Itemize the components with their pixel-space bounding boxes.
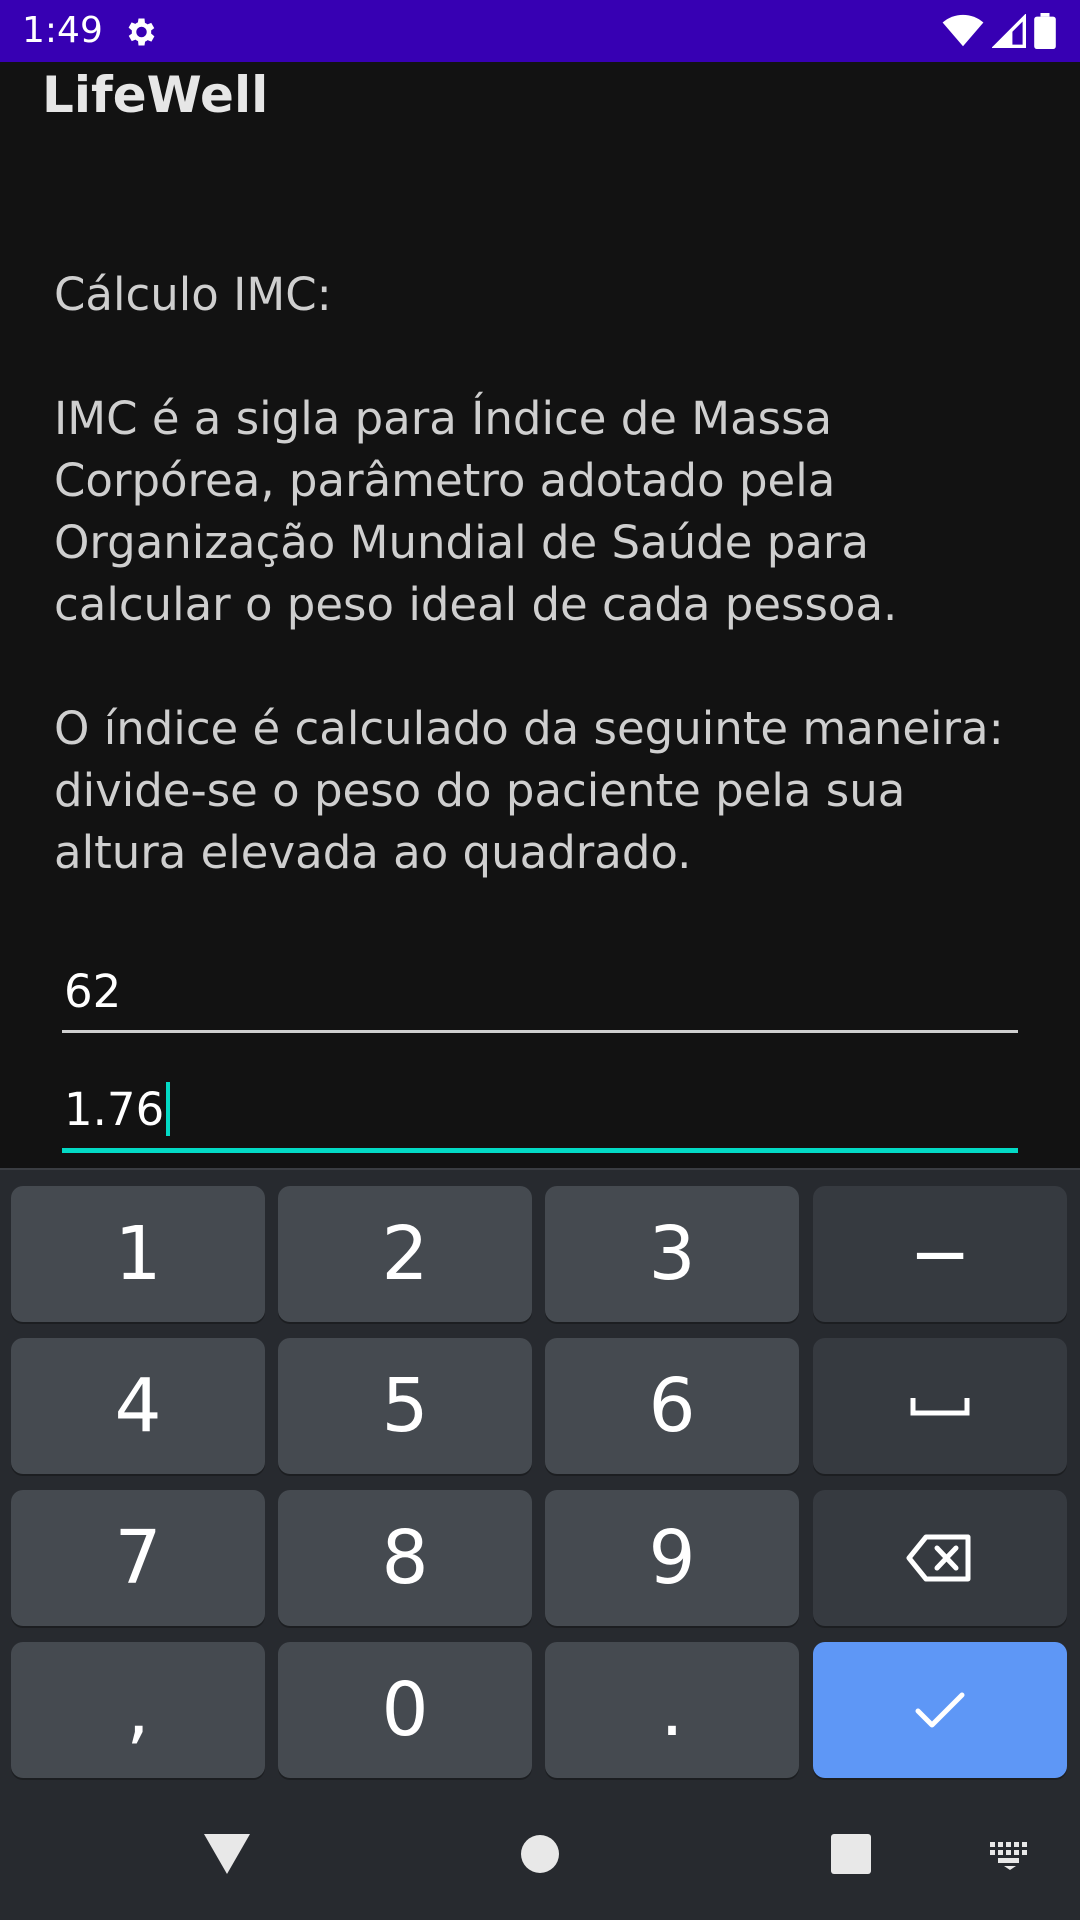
space-icon bbox=[910, 1398, 970, 1416]
key-5[interactable]: 5 bbox=[278, 1338, 532, 1474]
key-4[interactable]: 4 bbox=[11, 1338, 265, 1474]
status-icons bbox=[942, 12, 1056, 50]
height-input[interactable]: 1.76 bbox=[62, 1076, 1018, 1153]
status-bar: 1:49 bbox=[0, 0, 1080, 62]
wifi-icon bbox=[942, 14, 984, 47]
home-button[interactable] bbox=[506, 1824, 574, 1884]
key-1[interactable]: 1 bbox=[11, 1186, 265, 1322]
key-6[interactable]: 6 bbox=[545, 1338, 799, 1474]
text-cursor bbox=[166, 1082, 171, 1136]
key-comma[interactable]: , bbox=[11, 1642, 265, 1778]
battery-icon bbox=[1034, 13, 1056, 49]
weight-input[interactable]: 62 bbox=[62, 960, 1018, 1033]
key-space[interactable] bbox=[813, 1338, 1067, 1474]
navigation-bar bbox=[0, 1790, 1080, 1920]
numeric-keyboard: 1 2 3 − 4 5 6 7 8 9 , 0 . bbox=[0, 1168, 1080, 1792]
imc-description: Cálculo IMC: IMC é a sigla para Índice d… bbox=[54, 264, 1044, 946]
key-2[interactable]: 2 bbox=[278, 1186, 532, 1322]
key-8[interactable]: 8 bbox=[278, 1490, 532, 1626]
keyboard-switch-icon bbox=[990, 1842, 1027, 1870]
key-3[interactable]: 3 bbox=[545, 1186, 799, 1322]
home-icon bbox=[521, 1835, 559, 1873]
section-heading: Cálculo IMC: bbox=[54, 268, 332, 321]
back-icon bbox=[204, 1834, 250, 1874]
backspace-icon bbox=[906, 1534, 971, 1582]
weight-value: 62 bbox=[64, 965, 122, 1018]
key-backspace[interactable] bbox=[813, 1490, 1067, 1626]
key-done[interactable] bbox=[813, 1642, 1067, 1778]
checkmark-icon bbox=[915, 1692, 965, 1728]
height-value: 1.76 bbox=[64, 1083, 165, 1136]
key-9[interactable]: 9 bbox=[545, 1490, 799, 1626]
recents-button[interactable] bbox=[816, 1824, 886, 1884]
settings-gear-icon bbox=[128, 18, 155, 46]
key-7[interactable]: 7 bbox=[11, 1490, 265, 1626]
keyboard-switch-button[interactable] bbox=[980, 1832, 1040, 1878]
app-title: LifeWell bbox=[42, 66, 269, 124]
recents-icon bbox=[831, 1834, 871, 1874]
key-period[interactable]: . bbox=[545, 1642, 799, 1778]
key-0[interactable]: 0 bbox=[278, 1642, 532, 1778]
status-time: 1:49 bbox=[22, 10, 103, 51]
back-button[interactable] bbox=[190, 1824, 264, 1884]
imc-definition-paragraph: IMC é a sigla para Índice de Massa Corpó… bbox=[54, 392, 898, 631]
key-minus[interactable]: − bbox=[813, 1186, 1067, 1322]
cellular-signal-icon bbox=[992, 14, 1026, 48]
imc-formula-paragraph: O índice é calculado da seguinte maneira… bbox=[54, 702, 1004, 879]
